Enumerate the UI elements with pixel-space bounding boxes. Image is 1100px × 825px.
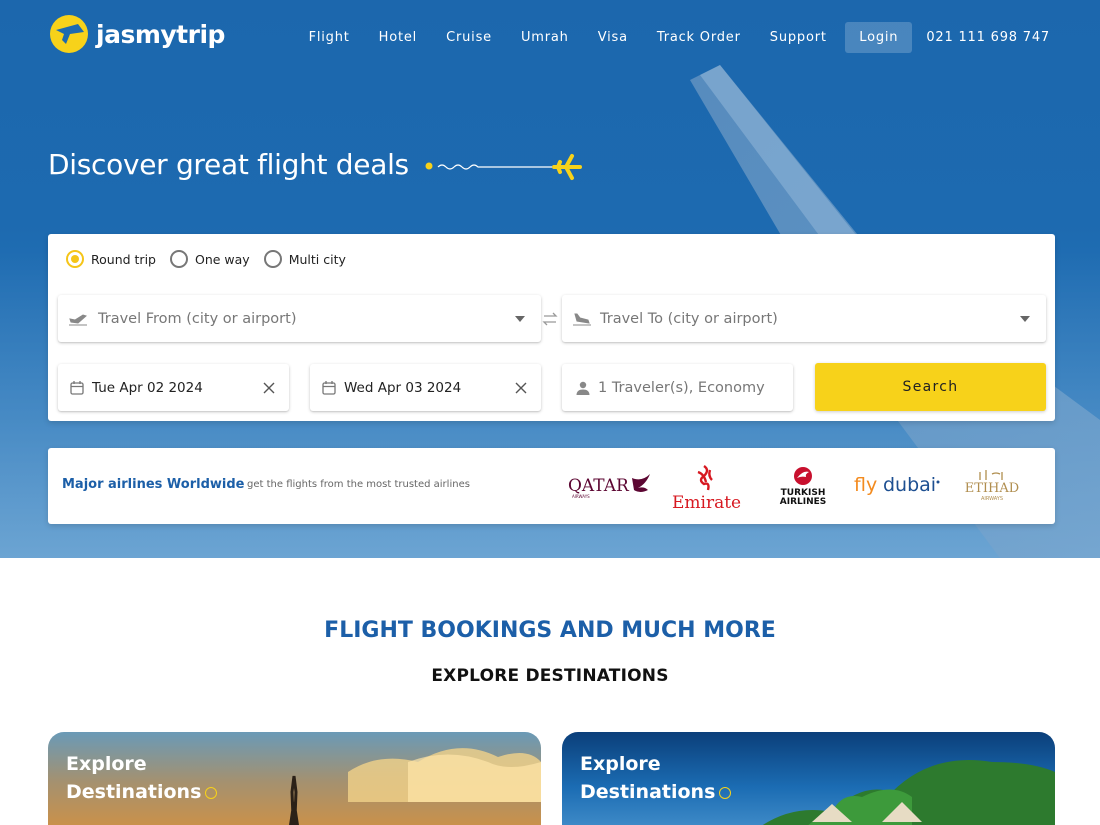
destination-line2: Destinations xyxy=(580,781,716,803)
flydubai-logo: fly dubai xyxy=(854,472,944,502)
nav-flight[interactable]: Flight xyxy=(294,22,364,53)
clear-icon[interactable] xyxy=(263,382,275,394)
travel-to-placeholder: Travel To (city or airport) xyxy=(600,310,778,327)
svg-text:QATAR: QATAR xyxy=(568,476,630,496)
etihad-logo: ETIHAD AIRWAYS xyxy=(958,468,1028,510)
search-button[interactable]: Search xyxy=(815,363,1046,411)
svg-text:ETIHAD: ETIHAD xyxy=(965,481,1019,496)
nav-cruise[interactable]: Cruise xyxy=(432,22,507,53)
takeoff-icon xyxy=(68,311,88,327)
radio-label: Multi city xyxy=(288,251,346,267)
nav-support[interactable]: Support xyxy=(755,22,841,53)
depart-date-field[interactable]: Tue Apr 02 2024 xyxy=(58,364,289,411)
radio-label: Round trip xyxy=(91,251,156,267)
travel-from-field[interactable]: Travel From (city or airport) xyxy=(58,295,541,342)
airlines-title: Major airlines Worldwide xyxy=(62,477,245,492)
nav-track-order[interactable]: Track Order xyxy=(642,22,755,53)
nav-umrah[interactable]: Umrah xyxy=(506,22,583,53)
section-title: FLIGHT BOOKINGS AND MUCH MORE xyxy=(324,618,776,643)
travel-to-field[interactable]: Travel To (city or airport) xyxy=(562,295,1046,342)
return-date-value: Wed Apr 03 2024 xyxy=(344,379,462,396)
emirates-logo: Emirates xyxy=(670,462,750,516)
login-button[interactable]: Login xyxy=(845,22,913,53)
page-headline: Discover great flight deals xyxy=(48,148,409,181)
destination-card-paris[interactable]: Explore Destinations xyxy=(48,732,541,825)
travelers-placeholder: 1 Traveler(s), Economy xyxy=(598,379,765,396)
svg-text:AIRLINES: AIRLINES xyxy=(780,497,827,507)
brand-name: jasmytrip xyxy=(96,19,225,49)
calendar-icon xyxy=(70,380,84,395)
calendar-icon xyxy=(322,380,336,395)
radio-round-trip[interactable] xyxy=(66,250,84,268)
destination-card-text: Explore Destinations xyxy=(66,750,218,806)
return-date-field[interactable]: Wed Apr 03 2024 xyxy=(310,364,541,411)
destination-line1: Explore xyxy=(580,753,661,775)
trip-type-group: Round trip One way Multi city xyxy=(66,250,350,268)
travel-from-placeholder: Travel From (city or airport) xyxy=(98,310,297,327)
section-subtitle: EXPLORE DESTINATIONS xyxy=(431,666,669,686)
airlines-strip: Major airlines Worldwide get the flights… xyxy=(48,448,1055,524)
svg-text:dubai: dubai xyxy=(883,474,936,496)
svg-text:AIRWAYS: AIRWAYS xyxy=(572,494,590,499)
travelers-field[interactable]: 1 Traveler(s), Economy xyxy=(562,364,793,411)
arrow-right-icon[interactable] xyxy=(205,786,218,799)
radio-one-way[interactable] xyxy=(169,250,188,268)
destination-line1: Explore xyxy=(66,753,147,775)
trip-round-trip[interactable]: Round trip xyxy=(66,250,156,268)
trip-multi-city[interactable]: Multi city xyxy=(263,250,346,268)
airlines-subtitle: get the flights from the most trusted ai… xyxy=(247,479,470,490)
main-nav: Flight Hotel Cruise Umrah Visa Track Ord… xyxy=(294,22,1050,53)
landing-icon xyxy=(572,311,592,327)
clear-icon[interactable] xyxy=(515,382,527,394)
qatar-airways-logo: QATAR AIRWAYS xyxy=(566,472,656,504)
logo-plane-icon xyxy=(50,15,88,53)
svg-text:Emirates: Emirates xyxy=(672,493,742,512)
depart-date-value: Tue Apr 02 2024 xyxy=(92,379,203,396)
destination-card-text: Explore Destinations xyxy=(580,750,732,806)
destination-line2: Destinations xyxy=(66,781,202,803)
arrow-right-icon[interactable] xyxy=(719,786,732,799)
radio-multi-city[interactable] xyxy=(263,250,282,268)
trip-one-way[interactable]: One way xyxy=(169,250,250,268)
turkish-airlines-logo: TURKISH AIRLINES xyxy=(778,466,828,512)
brand-logo[interactable]: jasmytrip xyxy=(48,10,225,58)
radio-label: One way xyxy=(194,251,250,267)
svg-text:fly: fly xyxy=(854,474,877,496)
phone-number[interactable]: 021 111 698 747 xyxy=(916,30,1050,45)
chevron-down-icon[interactable] xyxy=(515,315,525,322)
flight-path-plane-icon xyxy=(425,154,582,180)
nav-visa[interactable]: Visa xyxy=(583,22,642,53)
svg-text:AIRWAYS: AIRWAYS xyxy=(981,496,1003,502)
flight-search-card: Round trip One way Multi city Travel Fro… xyxy=(48,234,1055,421)
person-icon xyxy=(576,381,590,395)
destination-card-tropical[interactable]: Explore Destinations xyxy=(562,732,1055,825)
nav-hotel[interactable]: Hotel xyxy=(364,22,431,53)
swap-icon[interactable] xyxy=(542,311,558,330)
chevron-down-icon[interactable] xyxy=(1020,315,1030,322)
